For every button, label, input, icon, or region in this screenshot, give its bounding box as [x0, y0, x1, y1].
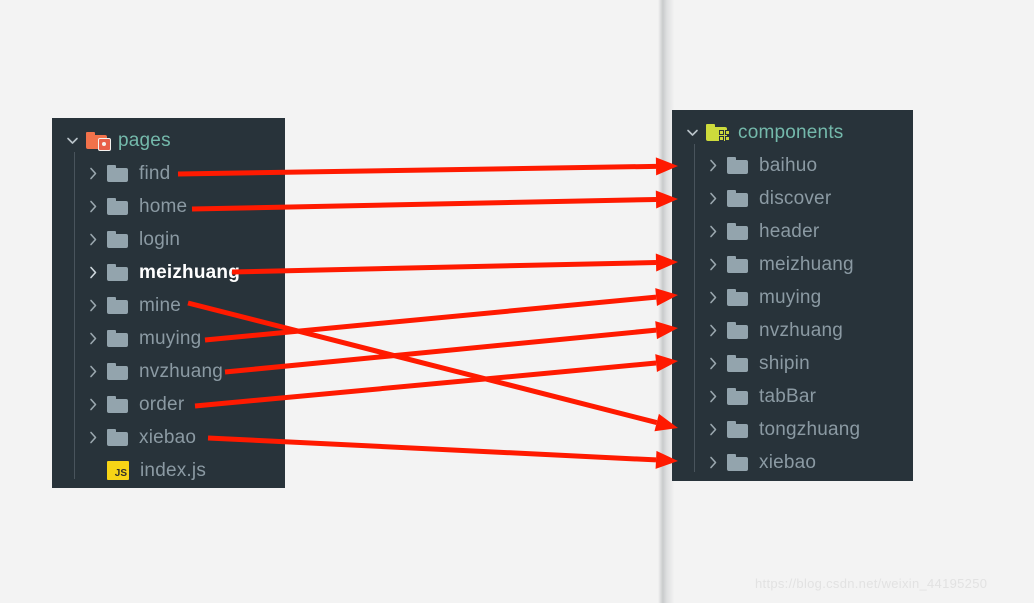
- watermark-text: https://blog.csdn.net/weixin_44195250: [755, 576, 988, 591]
- tree-item-label: order: [139, 394, 185, 415]
- tree-item-index-js[interactable]: JS index.js: [52, 454, 285, 487]
- tree-item-label: tabBar: [759, 386, 817, 407]
- tree-item-label: muying: [759, 287, 822, 308]
- folder-icon: [107, 429, 129, 446]
- tree-item-label: find: [139, 163, 171, 184]
- folder-icon: [107, 198, 129, 215]
- tree-item-label: header: [759, 221, 820, 242]
- tree-item-label: shipin: [759, 353, 810, 374]
- tree-item-label: nvzhuang: [759, 320, 844, 341]
- chevron-right-icon[interactable]: [705, 157, 722, 174]
- tree-item-xiebao[interactable]: xiebao: [52, 421, 285, 454]
- folder-icon: [107, 363, 129, 380]
- chevron-right-icon[interactable]: [705, 190, 722, 207]
- chevron-down-icon[interactable]: [64, 132, 81, 149]
- folder-icon: [727, 289, 749, 306]
- arrow-nvzhuang-to-nvzhuang: [224, 321, 678, 375]
- arrow-meizhuang-to-meizhuang: [231, 253, 678, 275]
- tree-item-label: login: [139, 229, 181, 250]
- chevron-right-icon[interactable]: [85, 165, 102, 182]
- tree-item-xiebao[interactable]: xiebao: [672, 446, 913, 479]
- chevron-right-icon[interactable]: [85, 363, 102, 380]
- tree-item-label: xiebao: [139, 427, 197, 448]
- chevron-right-icon[interactable]: [705, 289, 722, 306]
- chevron-right-icon[interactable]: [705, 355, 722, 372]
- chevron-placeholder: [85, 462, 102, 479]
- folder-icon: [107, 231, 129, 248]
- folder-icon: [727, 421, 749, 438]
- chevron-right-icon[interactable]: [705, 223, 722, 240]
- chevron-right-icon[interactable]: [85, 198, 102, 215]
- folder-icon: [107, 264, 129, 281]
- tree-item-tabbar[interactable]: tabBar: [672, 380, 913, 413]
- tree-item-label: discover: [759, 188, 832, 209]
- tree-root-label: components: [738, 122, 844, 143]
- js-file-icon: JS: [107, 461, 129, 480]
- folder-icon: [727, 355, 749, 372]
- folder-icon: [107, 330, 129, 347]
- tree-item-label: nvzhuang: [139, 361, 224, 382]
- tree-item-label: muying: [139, 328, 202, 349]
- folder-icon: [727, 322, 749, 339]
- tree-item-shipin[interactable]: shipin: [672, 347, 913, 380]
- chevron-right-icon[interactable]: [705, 256, 722, 273]
- tree-item-label: baihuo: [759, 155, 818, 176]
- tree-root-pages[interactable]: pages: [52, 124, 285, 157]
- chevron-right-icon[interactable]: [705, 421, 722, 438]
- tree-item-label: index.js: [140, 460, 207, 481]
- chevron-right-icon[interactable]: [85, 264, 102, 281]
- tree-item-find[interactable]: find: [52, 157, 285, 190]
- chevron-right-icon[interactable]: [85, 297, 102, 314]
- tree-item-meizhuang[interactable]: meizhuang: [52, 256, 285, 289]
- folder-icon: [107, 165, 129, 182]
- chevron-right-icon[interactable]: [85, 231, 102, 248]
- tree-item-meizhuang[interactable]: meizhuang: [672, 248, 913, 281]
- tree-item-muying[interactable]: muying: [672, 281, 913, 314]
- tree-item-home[interactable]: home: [52, 190, 285, 223]
- folder-icon: [727, 223, 749, 240]
- tree-root-components[interactable]: components: [672, 116, 913, 149]
- tree-item-label: meizhuang: [759, 254, 854, 275]
- pages-file-tree-panel: pages find home login meizhuang mine muy…: [52, 118, 285, 488]
- tree-item-header[interactable]: header: [672, 215, 913, 248]
- tree-item-label: mine: [139, 295, 181, 316]
- chevron-right-icon[interactable]: [85, 429, 102, 446]
- tree-item-muying[interactable]: muying: [52, 322, 285, 355]
- folder-icon: [727, 190, 749, 207]
- folder-icon: [727, 256, 749, 273]
- tree-item-label: home: [139, 196, 188, 217]
- tree-item-baihuo[interactable]: baihuo: [672, 149, 913, 182]
- chevron-right-icon[interactable]: [85, 396, 102, 413]
- folder-icon: [107, 297, 129, 314]
- tree-item-label: tongzhuang: [759, 419, 861, 440]
- folder-pages-icon: [86, 132, 111, 151]
- tree-item-label: meizhuang: [139, 262, 241, 283]
- folder-icon: [107, 396, 129, 413]
- tree-item-order[interactable]: order: [52, 388, 285, 421]
- chevron-right-icon[interactable]: [705, 454, 722, 471]
- tree-item-nvzhuang[interactable]: nvzhuang: [52, 355, 285, 388]
- tree-item-tongzhuang[interactable]: tongzhuang: [672, 413, 913, 446]
- folder-icon: [727, 157, 749, 174]
- components-file-tree-panel: components baihuo discover header meizhu…: [672, 110, 913, 481]
- tree-item-discover[interactable]: discover: [672, 182, 913, 215]
- tree-item-login[interactable]: login: [52, 223, 285, 256]
- chevron-down-icon[interactable]: [684, 124, 701, 141]
- tree-item-label: xiebao: [759, 452, 817, 473]
- tree-item-nvzhuang[interactable]: nvzhuang: [672, 314, 913, 347]
- tree-root-label: pages: [118, 130, 171, 151]
- chevron-right-icon[interactable]: [705, 388, 722, 405]
- folder-components-icon: [706, 124, 730, 141]
- folder-icon: [727, 388, 749, 405]
- folder-icon: [727, 454, 749, 471]
- chevron-right-icon[interactable]: [85, 330, 102, 347]
- tree-item-mine[interactable]: mine: [52, 289, 285, 322]
- chevron-right-icon[interactable]: [705, 322, 722, 339]
